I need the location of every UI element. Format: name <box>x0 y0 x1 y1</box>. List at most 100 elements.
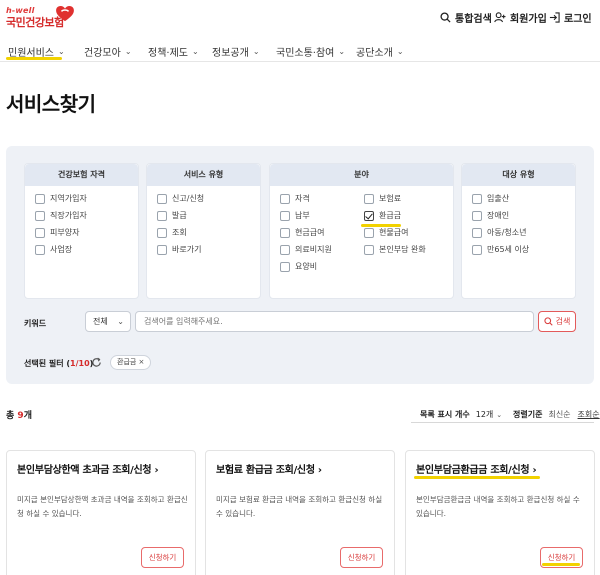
top-header: h-well 국민건강보험 통합검색 회원가입 로그인 <box>0 0 600 36</box>
checkbox[interactable] <box>364 193 374 204</box>
filter-option[interactable]: 자격 <box>280 193 310 204</box>
filter-option[interactable]: 보험료 <box>364 193 401 204</box>
service-card-description: 미지급 본인부담상한액 초과금 내역을 조회하고 환급신청 하실 수 있습니다. <box>17 495 188 518</box>
search-button[interactable]: 검색 <box>538 311 576 332</box>
keyword-input[interactable] <box>135 311 534 332</box>
signup-link[interactable]: 회원가입 <box>494 10 547 25</box>
sort-option-name[interactable]: 조회순 <box>578 409 600 420</box>
checkbox[interactable] <box>472 210 482 221</box>
service-card-title[interactable]: 본인부담상한액 초과금 조회/신청 › <box>17 461 159 476</box>
nav-item-about[interactable]: 공단소개 ⌄ <box>356 44 404 59</box>
chevron-down-icon: ⌄ <box>191 47 199 56</box>
filter-option[interactable]: 발급 <box>157 210 187 221</box>
checkbox[interactable] <box>472 227 482 238</box>
checkbox[interactable] <box>280 210 290 221</box>
page-title: 서비스찾기 <box>6 92 96 116</box>
filter-option[interactable]: 임출산 <box>472 193 509 204</box>
login-link[interactable]: 로그인 <box>549 10 592 25</box>
filter-option-label: 바로가기 <box>172 245 202 254</box>
checkbox[interactable] <box>35 227 45 238</box>
checkbox[interactable] <box>35 244 45 255</box>
filter-group-field: 분야 자격 보험료 납부 환급금 현금급여 현물급여 의료비지원 본인부담 완화… <box>269 163 454 299</box>
checkbox[interactable] <box>157 227 167 238</box>
filter-option-checked[interactable]: 환급금 <box>364 210 401 221</box>
filter-option[interactable]: 요양비 <box>280 261 317 272</box>
checkbox[interactable] <box>35 193 45 204</box>
refresh-icon[interactable] <box>91 357 102 368</box>
service-card-description: 본인부담금환급금 내역을 조회하고 환급신청 하실 수 있습니다. <box>416 495 580 518</box>
selected-filter-chip[interactable]: 환급금 × <box>110 355 152 370</box>
main-nav: 민원서비스 ⌄ 건강모아 ⌄ 정책·제도 ⌄ 정보공개 ⌄ 국민소통·참여 ⌄ 공단소개 ⌄ <box>0 36 600 62</box>
service-card-title[interactable]: 본인부담금환급금 조회/신청 › <box>416 461 537 476</box>
chevron-down-icon: ⌄ <box>124 47 132 56</box>
filter-option-label: 납부 <box>295 211 310 220</box>
nav-label: 공단소개 <box>356 48 393 59</box>
chevron-right-icon: › <box>317 465 322 476</box>
heart-logo-icon <box>56 6 74 22</box>
per-page-select[interactable]: 12개 <box>476 409 494 420</box>
filter-option-label: 임출산 <box>487 194 510 203</box>
checkbox[interactable] <box>364 227 374 238</box>
apply-button[interactable]: 신청하기 <box>340 547 383 568</box>
service-card[interactable]: 본인부담금환급금 조회/신청 › 본인부담금환급금 내역을 조회하고 환급신청 … <box>405 450 595 575</box>
checkbox[interactable] <box>280 261 290 272</box>
service-card[interactable]: 보험료 환급금 조회/신청 › 미지급 보험료 환급금 내역을 조회하고 환급신… <box>205 450 395 575</box>
checkbox[interactable] <box>280 193 290 204</box>
sort-label: 정렬기준 <box>513 410 543 419</box>
search-link-label: 통합검색 <box>455 14 492 25</box>
apply-button[interactable]: 신청하기 <box>141 547 184 568</box>
search-link[interactable]: 통합검색 <box>440 10 492 25</box>
filter-option[interactable]: 직장가입자 <box>35 210 87 221</box>
filter-option[interactable]: 피부양자 <box>35 227 79 238</box>
filter-option[interactable]: 현물급여 <box>364 227 408 238</box>
checkbox[interactable] <box>472 193 482 204</box>
filter-option-label: 현물급여 <box>379 228 409 237</box>
filter-option[interactable]: 바로가기 <box>157 244 201 255</box>
checkbox[interactable] <box>472 244 482 255</box>
filter-panel: 건강보험 자격 지역가입자 직장가입자 피부양자 사업장 서비스 유형 신고/신… <box>6 146 594 384</box>
chevron-down-icon: ⌄ <box>338 47 346 56</box>
checkbox[interactable] <box>35 210 45 221</box>
active-nav-highlight <box>6 57 62 60</box>
checkbox[interactable] <box>157 244 167 255</box>
keyword-scope-value: 전체 <box>93 317 108 326</box>
keyword-scope-select[interactable]: 전체 ⌄ <box>85 311 131 332</box>
sort-option-latest[interactable]: 최신순 <box>548 409 570 420</box>
selected-filters-text: 선택된 필터 <box>24 359 64 368</box>
filter-option[interactable]: 납부 <box>280 210 310 221</box>
filter-option[interactable]: 본인부담 완화 <box>364 244 426 255</box>
checkbox[interactable] <box>280 227 290 238</box>
service-card-title-text: 본인부담상한액 초과금 조회/신청 <box>17 465 152 476</box>
nav-item-policy[interactable]: 정책·제도 ⌄ <box>148 44 199 59</box>
service-card[interactable]: 본인부담상한액 초과금 조회/신청 › 미지급 본인부담상한액 초과금 내역을 … <box>6 450 196 575</box>
filter-option[interactable]: 조회 <box>157 227 187 238</box>
filter-option[interactable]: 지역가입자 <box>35 193 87 204</box>
filter-option[interactable]: 사업장 <box>35 244 72 255</box>
divider <box>411 422 594 423</box>
checkbox[interactable] <box>364 244 374 255</box>
checkbox[interactable] <box>157 210 167 221</box>
nav-item-disclosure[interactable]: 정보공개 ⌄ <box>212 44 260 59</box>
sort-control: 정렬기준 최신순 조회순 <box>513 409 600 420</box>
filter-option[interactable]: 아동/청소년 <box>472 227 527 238</box>
result-total-suffix: 개 <box>23 411 32 421</box>
service-card-title[interactable]: 보험료 환급금 조회/신청 › <box>216 461 322 476</box>
filter-option-label: 지역가입자 <box>50 194 87 203</box>
filter-option[interactable]: 의료비지원 <box>280 244 332 255</box>
filter-option[interactable]: 장애인 <box>472 210 509 221</box>
chevron-down-icon: ⌄ <box>58 47 65 56</box>
nav-item-health[interactable]: 건강모아 ⌄ <box>84 44 132 59</box>
checkbox[interactable] <box>280 244 290 255</box>
nav-item-communication[interactable]: 국민소통·참여 ⌄ <box>276 44 345 59</box>
checkbox[interactable] <box>157 193 167 204</box>
filter-option-label: 현금급여 <box>295 228 325 237</box>
site-logo[interactable]: h-well 국민건강보험 <box>6 6 74 30</box>
nav-label: 정책·제도 <box>148 48 188 59</box>
filter-group-title: 대상 유형 <box>462 164 575 186</box>
filter-option[interactable]: 신고/신청 <box>157 193 204 204</box>
filter-group-target: 대상 유형 임출산 장애인 아동/청소년 만65세 이상 <box>461 163 576 299</box>
checkbox-checked[interactable] <box>364 210 374 221</box>
filter-option[interactable]: 현금급여 <box>280 227 324 238</box>
service-card-description: 미지급 보험료 환급금 내역을 조회하고 환급신청 하실 수 있습니다. <box>216 495 383 518</box>
filter-option[interactable]: 만65세 이상 <box>472 244 529 255</box>
